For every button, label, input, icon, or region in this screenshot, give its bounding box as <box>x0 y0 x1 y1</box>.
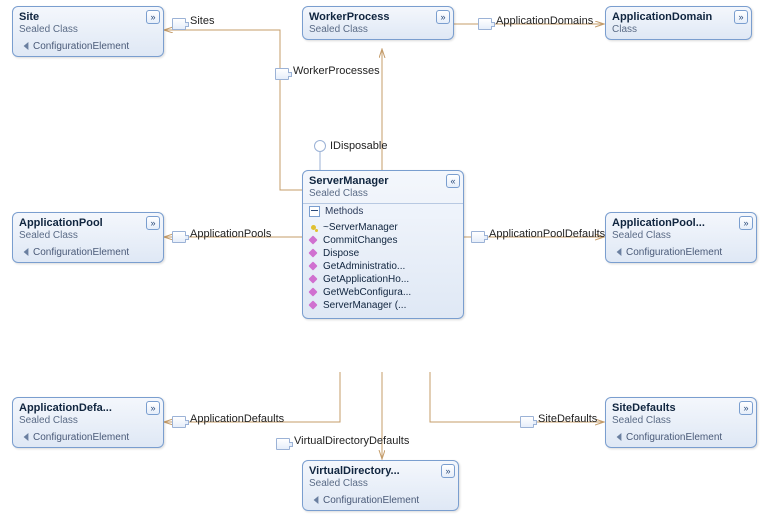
class-box-servermanager[interactable]: ServerManager Sealed Class « Methods ~Se… <box>302 170 464 319</box>
class-title: WorkerProcess <box>309 11 447 23</box>
class-box-virtualdirectorydefaults[interactable]: VirtualDirectory... Sealed Class » Confi… <box>302 460 459 511</box>
property-icon <box>172 416 186 428</box>
class-box-applicationdefaults[interactable]: ApplicationDefa... Sealed Class » Config… <box>12 397 164 448</box>
class-sub: Sealed Class <box>19 24 157 35</box>
inherit-arrow-icon <box>309 497 319 505</box>
class-sub: Sealed Class <box>19 230 157 241</box>
edge-label-virtualdirectorydefaults: VirtualDirectoryDefaults <box>294 435 409 447</box>
property-icon <box>276 438 290 450</box>
class-sub: Class <box>612 24 745 35</box>
class-title: Site <box>19 11 157 23</box>
inherit-arrow-icon <box>19 249 29 257</box>
edge-label-workerprocesses: WorkerProcesses <box>293 65 380 77</box>
methods-list: ~ServerManager CommitChanges Dispose Get… <box>303 219 463 318</box>
method-item[interactable]: ServerManager (... <box>307 299 459 312</box>
method-icon <box>309 275 319 285</box>
base-class-row: ConfigurationElement <box>13 430 163 447</box>
class-title: VirtualDirectory... <box>309 465 452 477</box>
method-icon <box>309 249 319 259</box>
base-class-row: ConfigurationElement <box>606 245 756 262</box>
inherit-arrow-icon <box>19 43 29 51</box>
minus-icon[interactable] <box>309 206 320 217</box>
base-class-row: ConfigurationElement <box>13 245 163 262</box>
method-item[interactable]: ~ServerManager <box>307 221 459 234</box>
class-box-applicationpool[interactable]: ApplicationPool Sealed Class » Configura… <box>12 212 164 263</box>
method-item[interactable]: GetWebConfigura... <box>307 286 459 299</box>
method-item[interactable]: GetApplicationHo... <box>307 273 459 286</box>
base-class-row: ConfigurationElement <box>13 39 163 56</box>
class-sub: Sealed Class <box>309 188 457 199</box>
section-label: Methods <box>325 206 363 217</box>
expand-icon[interactable]: » <box>441 464 455 478</box>
method-icon <box>309 236 319 246</box>
method-icon <box>309 301 319 311</box>
edge-label-sites: Sites <box>190 15 214 27</box>
collapse-icon[interactable]: « <box>446 174 460 188</box>
expand-icon[interactable]: » <box>739 216 753 230</box>
method-item[interactable]: Dispose <box>307 247 459 260</box>
class-title: ApplicationDefa... <box>19 402 157 414</box>
edge-label-sitedefaults: SiteDefaults <box>538 413 597 425</box>
class-sub: Sealed Class <box>19 415 157 426</box>
edge-label-applicationdefaults: ApplicationDefaults <box>190 413 284 425</box>
edge-label-applicationdomains: ApplicationDomains <box>496 15 593 27</box>
class-title: ApplicationPool... <box>612 217 750 229</box>
base-class-label: ConfigurationElement <box>626 247 722 258</box>
base-class-label: ConfigurationElement <box>33 247 129 258</box>
base-class-label: ConfigurationElement <box>33 41 129 52</box>
base-class-label: ConfigurationElement <box>323 495 419 506</box>
property-icon <box>471 231 485 243</box>
method-icon <box>309 288 319 298</box>
edge-label-applicationpools: ApplicationPools <box>190 228 271 240</box>
class-sub: Sealed Class <box>309 24 447 35</box>
property-icon <box>275 68 289 80</box>
class-title: ApplicationPool <box>19 217 157 229</box>
class-box-sitedefaults[interactable]: SiteDefaults Sealed Class » Configuratio… <box>605 397 757 448</box>
base-class-label: ConfigurationElement <box>33 432 129 443</box>
methods-section-header[interactable]: Methods <box>303 203 463 219</box>
base-class-row: ConfigurationElement <box>606 430 756 447</box>
expand-icon[interactable]: » <box>436 10 450 24</box>
expand-icon[interactable]: » <box>146 401 160 415</box>
expand-icon[interactable]: » <box>734 10 748 24</box>
method-item[interactable]: CommitChanges <box>307 234 459 247</box>
expand-icon[interactable]: » <box>146 216 160 230</box>
class-title: ApplicationDomain <box>612 11 745 23</box>
class-title: SiteDefaults <box>612 402 750 414</box>
class-sub: Sealed Class <box>309 478 452 489</box>
class-box-site[interactable]: Site Sealed Class » ConfigurationElement <box>12 6 164 57</box>
class-box-applicationpooldefaults[interactable]: ApplicationPool... Sealed Class » Config… <box>605 212 757 263</box>
inherit-arrow-icon <box>19 434 29 442</box>
class-box-applicationdomain[interactable]: ApplicationDomain Class » <box>605 6 752 40</box>
class-sub: Sealed Class <box>612 230 750 241</box>
property-icon <box>172 231 186 243</box>
property-icon <box>478 18 492 30</box>
interface-lollipop-icon <box>314 140 326 152</box>
expand-icon[interactable]: » <box>739 401 753 415</box>
inherit-arrow-icon <box>612 249 622 257</box>
property-icon <box>172 18 186 30</box>
class-sub: Sealed Class <box>612 415 750 426</box>
class-box-workerprocess[interactable]: WorkerProcess Sealed Class » <box>302 6 454 40</box>
method-icon <box>309 262 319 272</box>
class-title: ServerManager <box>309 175 457 187</box>
destructor-icon <box>309 223 319 233</box>
base-class-row: ConfigurationElement <box>303 493 458 510</box>
edge-label-idisposable: IDisposable <box>330 140 387 152</box>
edge-label-applicationpooldefaults: ApplicationPoolDefaults <box>489 228 605 240</box>
expand-icon[interactable]: » <box>146 10 160 24</box>
base-class-label: ConfigurationElement <box>626 432 722 443</box>
inherit-arrow-icon <box>612 434 622 442</box>
method-item[interactable]: GetAdministratio... <box>307 260 459 273</box>
property-icon <box>520 416 534 428</box>
